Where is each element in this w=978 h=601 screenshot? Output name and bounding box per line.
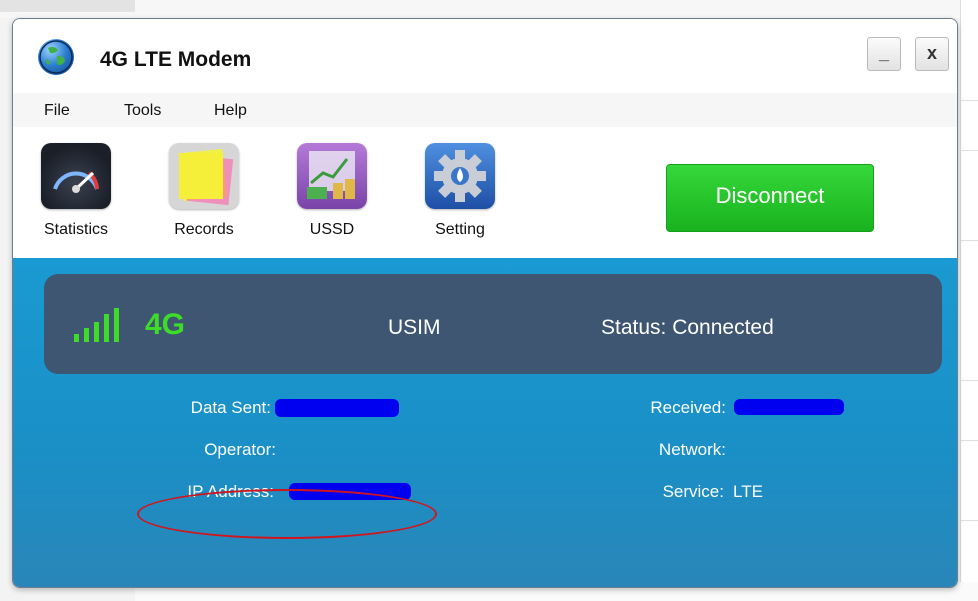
statistics-button[interactable]: Statistics: [21, 143, 131, 239]
speedometer-icon: [41, 143, 111, 209]
redaction-received: [734, 399, 844, 415]
connection-panel: 4G USIM Status: Connected Data Sent: Rec…: [13, 258, 957, 587]
divider: [961, 520, 978, 521]
network-type: 4G: [145, 308, 186, 341]
setting-button[interactable]: Setting: [405, 143, 515, 239]
signal-strength-icon: [74, 304, 134, 342]
menu-tools[interactable]: Tools: [124, 102, 161, 120]
menu-file[interactable]: File: [44, 102, 70, 120]
gear-icon: [425, 143, 495, 209]
divider: [961, 440, 978, 441]
received-label: Received:: [650, 398, 726, 417]
sticky-note-icon: [169, 143, 239, 209]
records-label: Records: [174, 221, 234, 238]
globe-icon: [38, 39, 74, 75]
service-value: LTE: [733, 482, 763, 501]
background-app-bar: [0, 0, 978, 18]
menu-help[interactable]: Help: [214, 102, 247, 120]
money-chart-icon: [297, 143, 367, 209]
setting-label: Setting: [435, 221, 485, 238]
service-label: Service:: [662, 482, 724, 501]
highlight-annotation: [137, 489, 437, 539]
divider: [961, 380, 978, 381]
menu-bar: File Tools Help: [13, 93, 957, 127]
statistics-label: Statistics: [43, 221, 108, 238]
disconnect-button[interactable]: Disconnect: [666, 164, 874, 232]
data-sent-label: Data Sent:: [190, 398, 271, 417]
redaction-data-sent: [275, 399, 399, 417]
minimize-button[interactable]: _: [867, 37, 901, 71]
status-panel: 4G USIM Status: Connected: [44, 274, 942, 374]
sim-type: USIM: [388, 316, 441, 339]
close-button[interactable]: x: [915, 37, 949, 71]
divider: [961, 240, 978, 241]
divider: [961, 150, 978, 151]
background-strip: [0, 0, 135, 12]
background-side-panel: [960, 0, 978, 601]
network-label: Network:: [658, 440, 726, 459]
modem-window: 4G LTE Modem _ x File Tools Help Statist…: [12, 18, 958, 588]
operator-label: Operator:: [204, 440, 276, 459]
title-bar: 4G LTE Modem _ x: [13, 19, 957, 89]
window-title: 4G LTE Modem: [100, 48, 252, 71]
ussd-button[interactable]: USSD: [277, 143, 387, 239]
records-button[interactable]: Records: [149, 143, 259, 239]
divider: [961, 100, 978, 101]
connection-status: Status: Connected: [601, 316, 774, 339]
ussd-label: USSD: [309, 221, 355, 238]
